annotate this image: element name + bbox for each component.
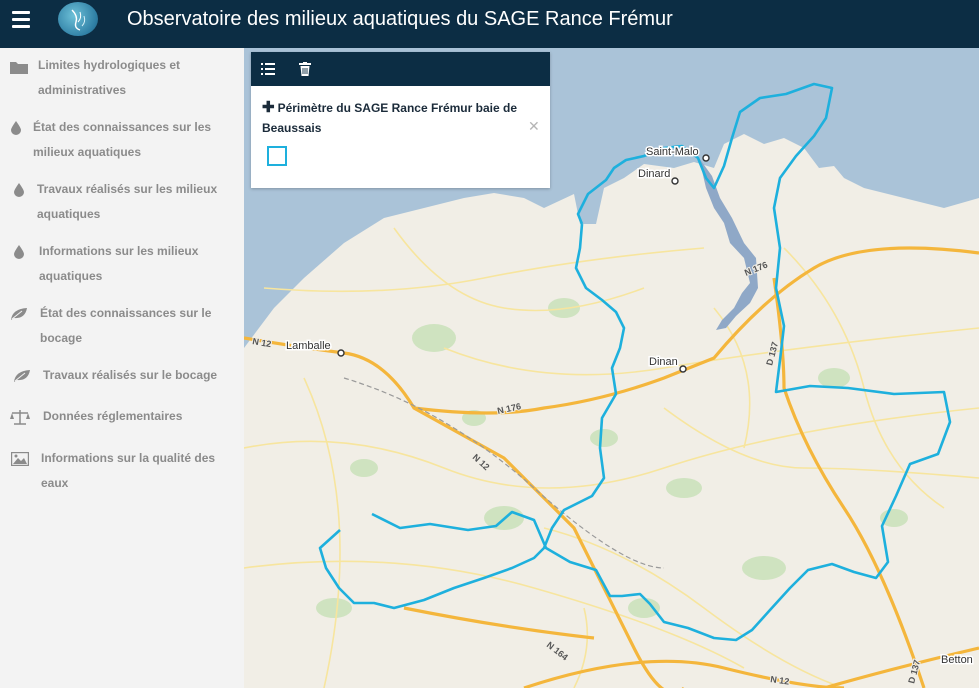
sidebar-item-donnees-reglementaires[interactable]: Données réglementaires: [0, 404, 244, 434]
water-drop-icon: [6, 119, 26, 137]
sidebar-item-label: Travaux réalisés sur les milieux aquatiq…: [37, 182, 218, 221]
app-title: Observatoire des milieux aquatiques du S…: [127, 8, 673, 30]
sidebar-item-label: Limites hydrologiques et administratives: [38, 58, 181, 97]
place-label-dinan: Dinan: [649, 356, 678, 368]
layer-panel-header: [251, 52, 550, 86]
folder-icon: [9, 58, 29, 76]
place-label-betton: Betton: [941, 654, 973, 666]
layer-item[interactable]: ✚ Périmètre du SAGE Rance Frémur baie de …: [262, 98, 527, 138]
sidebar-item-travaux-bocage[interactable]: Travaux réalisés sur le bocage: [0, 363, 244, 393]
water-drop-icon: [9, 243, 29, 261]
list-icon[interactable]: [259, 60, 277, 78]
sidebar-item-label: Informations sur la qualité des eaux: [41, 451, 216, 490]
sidebar: Limites hydrologiques et administratives…: [0, 48, 244, 688]
trash-icon[interactable]: [296, 60, 314, 78]
image-icon: [10, 450, 30, 468]
top-bar: Observatoire des milieux aquatiques du S…: [0, 0, 979, 48]
close-icon[interactable]: ✕: [528, 118, 540, 135]
sidebar-item-label: Travaux réalisés sur le bocage: [43, 368, 218, 382]
sidebar-item-etat-bocage[interactable]: État des connaissances sur le bocage: [0, 301, 244, 351]
place-label-saint-malo: Saint-Malo: [646, 146, 699, 158]
water-drop-icon: [9, 181, 29, 199]
layer-label: Périmètre du SAGE Rance Frémur baie de B…: [262, 101, 517, 135]
sidebar-item-limites[interactable]: Limites hydrologiques et administratives: [0, 53, 244, 103]
expand-plus-icon[interactable]: ✚: [262, 99, 275, 116]
layer-legend-swatch: [267, 146, 287, 166]
place-label-dinard: Dinard: [638, 168, 670, 180]
leaf-icon: [12, 367, 32, 385]
sidebar-item-label: État des connaissances sur le bocage: [40, 306, 212, 345]
sidebar-item-etat-milieux[interactable]: État des connaissances sur les milieux a…: [0, 115, 244, 165]
place-label-lamballe: Lamballe: [286, 340, 331, 352]
balance-scale-icon: [10, 408, 30, 426]
sidebar-item-qualite-eaux[interactable]: Informations sur la qualité des eaux: [0, 446, 244, 496]
sidebar-item-label: Informations sur les milieux aquatiques: [39, 244, 199, 283]
sidebar-item-informations-milieux[interactable]: Informations sur les milieux aquatiques: [0, 239, 244, 289]
leaf-icon: [9, 305, 29, 323]
hamburger-menu-icon[interactable]: [12, 11, 30, 29]
sage-logo: [58, 2, 98, 36]
sidebar-item-label: État des connaissances sur les milieux a…: [33, 120, 212, 159]
sidebar-item-label: Données réglementaires: [43, 409, 183, 423]
sidebar-item-travaux-milieux[interactable]: Travaux réalisés sur les milieux aquatiq…: [0, 177, 244, 227]
layer-panel: ✚ Périmètre du SAGE Rance Frémur baie de …: [251, 52, 550, 188]
